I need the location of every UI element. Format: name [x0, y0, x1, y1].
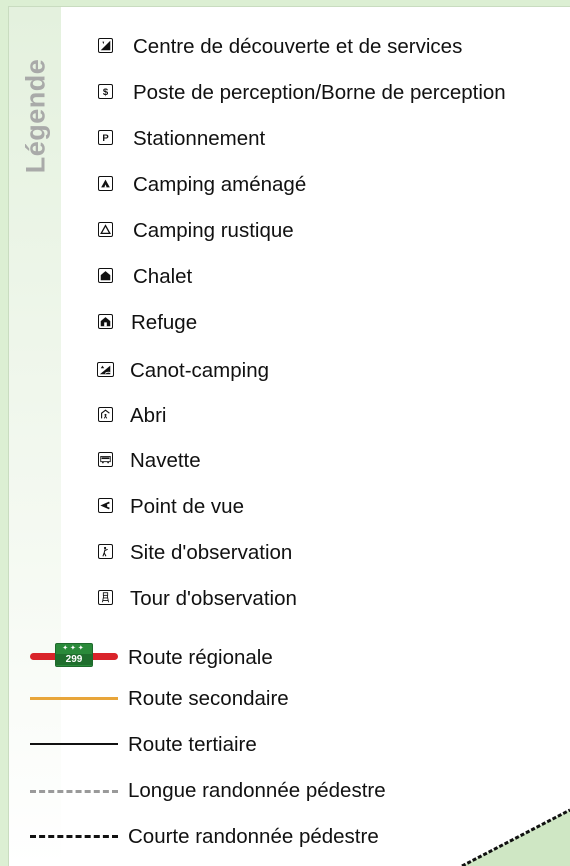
legend-title: Légende	[20, 58, 51, 174]
shield-fleur-icon: ✦✦✦	[62, 645, 86, 652]
legend-item-point-de-vue: Point de vue	[0, 492, 570, 522]
legend-item-abri: Abri	[0, 401, 570, 431]
legend-line-label: Longue randonnée pédestre	[128, 779, 386, 802]
legend-item-label: Navette	[130, 449, 201, 472]
legend-item-label: Tour d'observation	[130, 587, 297, 610]
legend-item-camping-amenage: Camping aménagé	[0, 170, 570, 200]
legend-item-label: Camping rustique	[133, 219, 294, 242]
secondary-road-line	[30, 697, 118, 700]
legend-item-label: Abri	[130, 404, 167, 427]
short-hiking-trail-line	[30, 835, 118, 838]
legend-item-label: Point de vue	[130, 495, 244, 518]
legend-item-navette: Navette	[0, 446, 570, 476]
canoe-camping-icon	[97, 362, 114, 377]
parking-icon: P	[98, 130, 113, 145]
legend-item-label: Refuge	[131, 311, 198, 334]
refuge-icon	[98, 314, 113, 329]
legend-item-chalet: Chalet	[0, 262, 570, 292]
shelter-icon	[98, 407, 113, 422]
legend-item-tour-observation: Tour d'observation	[0, 584, 570, 614]
svg-text:P: P	[102, 133, 109, 144]
dollar-icon: $	[98, 84, 113, 99]
legend-item-label: Chalet	[133, 265, 193, 288]
legend-item-fee-station: $ Poste de perception/Borne de perceptio…	[0, 78, 570, 108]
legend-line-label: Route secondaire	[128, 687, 289, 710]
long-hiking-trail-line	[30, 790, 118, 793]
legend-item-label: Canot-camping	[130, 359, 270, 382]
legend-item-label: Site d'observation	[130, 541, 293, 564]
legend-item-label: Poste de perception/Borne de perception	[133, 81, 506, 104]
legend-line-label: Route régionale	[128, 646, 273, 669]
legend-line-label: Courte randonnée pédestre	[128, 825, 379, 848]
svg-text:$: $	[103, 87, 109, 98]
shuttle-icon	[98, 452, 113, 467]
legend-item-discovery-center: Centre de découverte et de services	[0, 32, 570, 62]
tent-outline-icon	[98, 222, 113, 237]
legend-item-label: Centre de découverte et de services	[133, 35, 463, 58]
observation-tower-icon	[98, 590, 113, 605]
legend-item-site-observation: Site d'observation	[0, 538, 570, 568]
legend-item-label: Stationnement	[133, 127, 266, 150]
chalet-icon	[98, 268, 113, 283]
map-corner-area	[461, 808, 570, 866]
route-shield-icon: ✦✦✦ 299	[55, 643, 93, 667]
legend-item-parking: P Stationnement	[0, 124, 570, 154]
legend-item-canot-camping: Canot-camping	[0, 356, 570, 386]
observation-site-icon	[98, 544, 113, 559]
legend-item-refuge: Refuge	[0, 308, 570, 338]
legend-item-camping-rustique: Camping rustique	[0, 216, 570, 246]
legend-line-label: Route tertiaire	[128, 733, 257, 756]
viewpoint-icon	[98, 498, 113, 513]
discovery-center-icon	[98, 38, 113, 53]
tent-filled-icon	[98, 176, 113, 191]
tertiary-road-line	[30, 743, 118, 745]
route-shield-number: 299	[56, 654, 92, 665]
legend-item-label: Camping aménagé	[133, 173, 307, 196]
